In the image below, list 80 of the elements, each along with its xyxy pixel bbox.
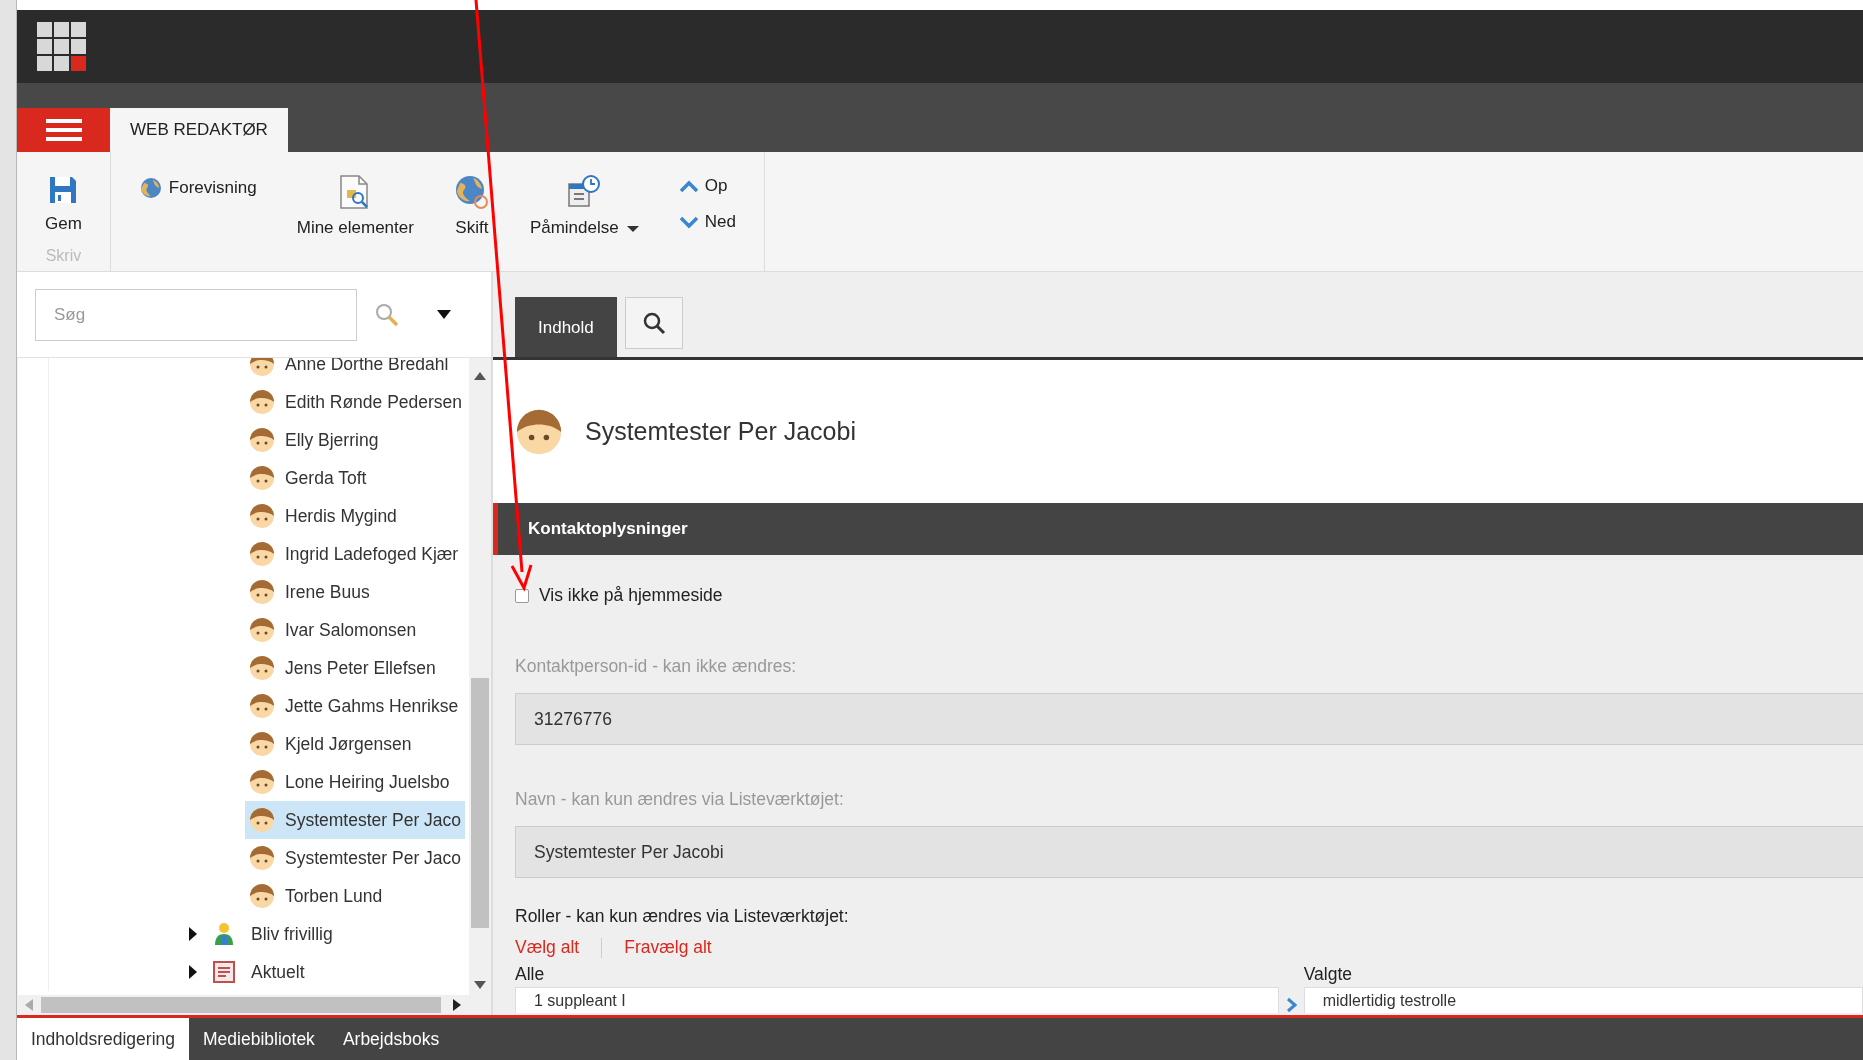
person-icon (249, 807, 275, 833)
scroll-up-icon[interactable] (474, 372, 486, 380)
ribbon-button[interactable]: Op (678, 172, 736, 200)
person-icon (249, 503, 275, 529)
person-icon (213, 922, 235, 946)
tree-item[interactable]: Herdis Mygind (245, 497, 401, 535)
group-label: Skriv (45, 247, 82, 266)
list-box[interactable]: 1 suppleant I (515, 987, 1280, 1013)
search-field[interactable]: Søg (35, 288, 357, 341)
tree-item[interactable]: Lone Heiring Juelsbo (245, 763, 454, 801)
news-icon (213, 961, 235, 983)
person-icon (249, 541, 275, 567)
tree-item[interactable]: Elly Bjerring (245, 421, 383, 459)
field-label: Navn - kan kun ændres via Listeværktøjet: (515, 789, 845, 810)
link[interactable]: Fravælg alt (624, 937, 712, 958)
app-grid-logo[interactable] (37, 21, 87, 72)
bottom-tab[interactable]: Mediebibliotek (189, 1018, 329, 1060)
person-icon (249, 389, 275, 415)
chevron-right-icon[interactable] (1285, 997, 1298, 1013)
tree-item[interactable]: Jette Gahms Henrikse (245, 687, 463, 725)
list-label: Alle (515, 964, 546, 985)
menu-button[interactable] (17, 108, 110, 152)
ribbon-button[interactable]: Forevisning (138, 172, 257, 204)
ribbon-button[interactable]: Mine elementer (296, 172, 414, 238)
link[interactable]: Vælg alt (515, 937, 580, 958)
calendar-clock-icon (566, 174, 603, 210)
person-icon (249, 731, 275, 757)
person-icon (249, 883, 275, 909)
person-icon (249, 769, 275, 795)
tree-item[interactable]: Edith Rønde Pedersen (245, 383, 467, 421)
tree-item[interactable]: Irene Buus (245, 573, 374, 611)
ribbon-button[interactable]: Skift (453, 172, 490, 238)
expand-arrow-icon[interactable] (189, 927, 197, 941)
person-icon (249, 655, 275, 681)
person-icon (249, 693, 275, 719)
item-title: Systemtester Per Jacobi (585, 417, 856, 446)
scroll-down-icon[interactable] (474, 981, 486, 989)
section-header: Kontaktoplysninger (493, 503, 1863, 555)
person-icon (249, 427, 275, 453)
checkbox[interactable] (515, 588, 529, 603)
tree-item[interactable]: Ingrid Ladefoged Kjær (245, 535, 463, 573)
tree-item[interactable]: Kjeld Jørgensen (245, 725, 416, 763)
field-label: Roller - kan kun ændres via Listeværktøjet: (515, 906, 850, 927)
tree-item[interactable]: Systemtester Per Jaco (245, 801, 466, 839)
list-box[interactable]: midlertidig testrolle (1303, 987, 1863, 1013)
ribbon-button[interactable]: Gem (45, 168, 82, 234)
list-label: Valgte (1303, 964, 1353, 985)
tree-item[interactable]: Gerda Toft (245, 459, 371, 497)
scroll-right-icon[interactable] (453, 999, 461, 1011)
ribbon-button[interactable]: Ned (678, 208, 736, 236)
chevron-down-icon (678, 215, 699, 229)
tree-item[interactable]: Jens Peter Ellefsen (245, 649, 440, 687)
search-button[interactable] (624, 297, 683, 349)
checkbox-field[interactable]: Vis ikke på hjemmeside (515, 585, 1863, 606)
bottom-tab[interactable]: Indholdsredigering (17, 1018, 189, 1060)
menu-icon (45, 118, 82, 142)
chevron-up-icon (678, 179, 699, 193)
expand-arrow-icon[interactable] (189, 965, 197, 979)
content-tab[interactable]: Indhold (515, 297, 617, 357)
tree-item[interactable]: Ivar Salomonsen (245, 611, 421, 649)
person-icon (249, 358, 275, 377)
field-label: Kontaktperson-id - kan ikke ændres: (515, 656, 798, 677)
tree-item[interactable]: Bliv frivillig (185, 915, 337, 953)
person-icon (249, 579, 275, 605)
person-icon (249, 465, 275, 491)
globe-icon (138, 176, 163, 200)
avatar-icon (515, 407, 563, 456)
bottom-tab[interactable]: Arbejdsboks (328, 1018, 454, 1060)
app-tab[interactable]: WEB REDAKTØR (110, 108, 288, 152)
tree-item[interactable]: Aktuelt (185, 953, 309, 991)
person-icon (249, 845, 275, 871)
tree-item[interactable]: Torben Lund (245, 877, 387, 915)
globe-icon (453, 174, 490, 210)
scrollbar-thumb[interactable] (471, 678, 489, 928)
ribbon-button[interactable]: Påmindelse (529, 172, 639, 238)
person-icon (249, 617, 275, 643)
tree-item[interactable]: Systemtester Per Jaco (245, 839, 466, 877)
dropdown-caret-icon[interactable] (437, 310, 451, 319)
scrollbar-thumb[interactable] (41, 997, 441, 1013)
search-icon (641, 311, 666, 335)
